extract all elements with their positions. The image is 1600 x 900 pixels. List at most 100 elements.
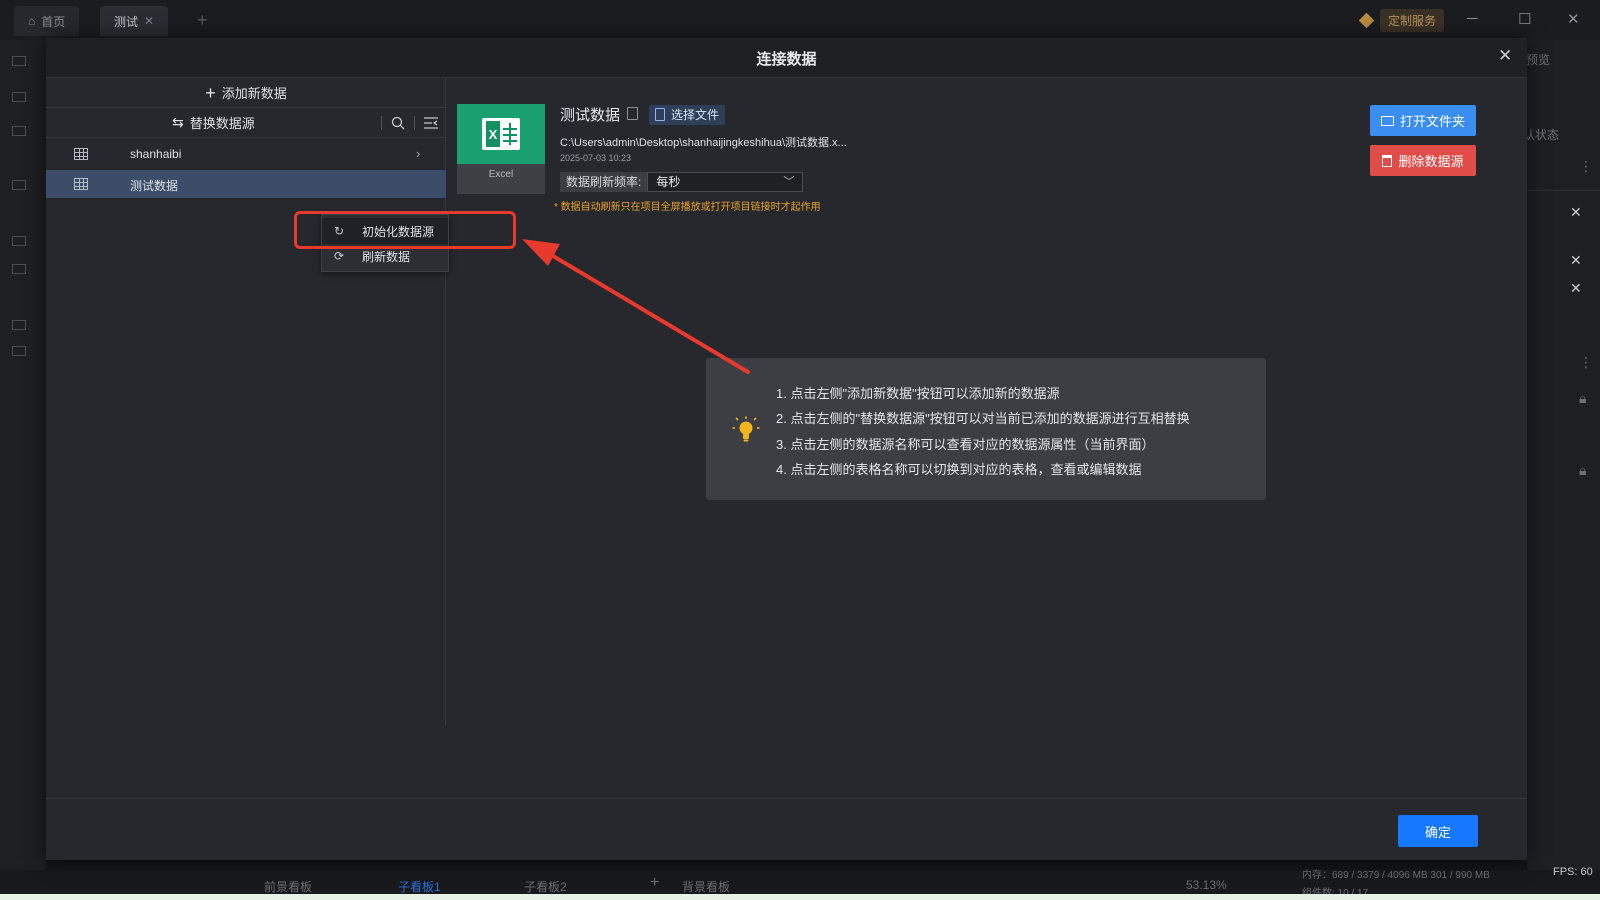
- connect-data-dialog: 连接数据 ✕ + 添加新数据 ⇆ 替换数据源 shanhaibi › 测试数据 …: [46, 38, 1527, 860]
- diamond-icon: [1358, 12, 1375, 28]
- datasource-name: shanhaibi: [130, 147, 182, 161]
- datasource-context-menu: ↻ 初始化数据源 ⟳ 刷新数据: [321, 214, 449, 272]
- menu-item-label: 初始化数据源: [362, 224, 435, 239]
- list-tools: [381, 115, 439, 131]
- choose-file-label: 选择文件: [671, 108, 720, 122]
- maximize-icon[interactable]: ☐: [1518, 10, 1531, 28]
- tip-line: 3. 点击左侧的数据源名称可以查看对应的数据源属性（当前界面）: [776, 437, 1155, 452]
- dialog-header: 连接数据 ✕: [46, 38, 1527, 78]
- table-icon: [74, 178, 88, 190]
- fps-readout: FPS: 60: [1553, 866, 1593, 878]
- add-board-icon[interactable]: +: [650, 874, 659, 892]
- refresh-frequency: 数据刷新频率: 每秒 ﹀: [560, 172, 804, 192]
- page-icon: [12, 56, 26, 66]
- menu-item-label: 刷新数据: [362, 249, 411, 264]
- dialog-close-icon[interactable]: ✕: [1498, 46, 1512, 66]
- add-datasource-label: 添加新数据: [221, 86, 287, 101]
- swap-icon: ⇆: [172, 114, 184, 130]
- datasource-item-shanhaibi[interactable]: shanhaibi ›: [46, 140, 446, 168]
- zoom-level: 53.13%: [1186, 878, 1227, 892]
- plus-icon: +: [205, 82, 216, 103]
- folder-icon: [1380, 115, 1394, 126]
- file-path: C:\Users\admin\Desktop\shanhaijingkeshih…: [560, 137, 847, 149]
- component-icon: [12, 264, 26, 274]
- excel-file-thumbnail: X Excel: [457, 104, 545, 194]
- more-icon[interactable]: ⋮: [1579, 354, 1593, 371]
- datasource-item-test-data[interactable]: 测试数据: [46, 170, 446, 198]
- menu-item-refresh-data[interactable]: ⟳ 刷新数据: [322, 243, 448, 269]
- monitor-icon: [12, 126, 26, 136]
- app-titlebar: ⌂ 首页 测试 ✕ + 定制服务 ─ ☐ ✕: [0, 0, 1600, 40]
- status-strip: [0, 894, 1600, 900]
- open-folder-label: 打开文件夹: [1399, 114, 1465, 129]
- refresh-frequency-value: 每秒: [656, 175, 681, 189]
- reset-icon: ↻: [334, 224, 345, 238]
- refresh-frequency-select[interactable]: 每秒 ﹀: [647, 172, 804, 192]
- tip-line: 2. 点击左侧的"替换数据源"按钮可以对当前已添加的数据源进行互相替换: [776, 411, 1190, 426]
- tip-line: 1. 点击左侧"添加新数据"按钮可以添加新的数据源: [776, 386, 1060, 401]
- component-icon: [12, 236, 26, 246]
- refresh-note: * 数据自动刷新只在项目全屏播放或打开项目链接时才起作用: [554, 202, 821, 213]
- tab-home[interactable]: ⌂ 首页: [14, 6, 80, 36]
- divider: [381, 116, 382, 130]
- document-icon: [655, 108, 665, 121]
- component-icon: [12, 180, 26, 190]
- replace-datasource-label: 替换数据源: [189, 116, 255, 131]
- menu-item-init-datasource[interactable]: ↻ 初始化数据源: [322, 218, 448, 244]
- custom-service-label: 定制服务: [1380, 8, 1445, 32]
- datasource-panel: + 添加新数据 ⇆ 替换数据源 shanhaibi › 测试数据 ↻ 初始化数据…: [46, 78, 516, 726]
- refresh-frequency-label: 数据刷新频率:: [560, 172, 648, 192]
- clear-icon[interactable]: ✕: [1570, 204, 1582, 221]
- tab-background-board[interactable]: 背景看板: [682, 878, 730, 895]
- collapse-list-icon[interactable]: [423, 115, 439, 131]
- refresh-icon: ⟳: [334, 249, 345, 263]
- dialog-footer: 确定: [46, 798, 1527, 860]
- excel-label: Excel: [488, 169, 514, 180]
- dialog-title: 连接数据: [756, 51, 817, 68]
- close-icon[interactable]: ✕: [144, 14, 154, 28]
- tip-line: 4. 点击左侧的表格名称可以切换到对应的表格，查看或编辑数据: [776, 462, 1142, 477]
- layers-icon: [12, 92, 26, 102]
- excel-icon: X: [482, 118, 520, 150]
- search-icon[interactable]: [390, 115, 406, 131]
- add-tab-icon[interactable]: +: [197, 10, 208, 31]
- more-icon[interactable]: ⋮: [1579, 158, 1593, 175]
- lock-icon[interactable]: 🔒︎: [1579, 390, 1586, 407]
- lock-icon[interactable]: 🔒︎: [1579, 462, 1586, 479]
- edit-icon[interactable]: [627, 107, 638, 120]
- tab-foreground-board[interactable]: 前景看板: [264, 878, 312, 895]
- datasource-title: 测试数据: [560, 107, 621, 124]
- tab-sub-board-1[interactable]: 子看板1: [398, 878, 441, 895]
- background-sidebar: [0, 40, 46, 885]
- component-icon: [12, 346, 26, 356]
- home-icon: ⌂: [28, 14, 36, 28]
- choose-file-button[interactable]: 选择文件: [649, 105, 726, 125]
- clear-icon[interactable]: ✕: [1570, 280, 1582, 297]
- clear-icon[interactable]: ✕: [1570, 252, 1582, 269]
- datasource-name: 测试数据: [130, 179, 179, 193]
- preview-label[interactable]: 预览: [1526, 51, 1550, 68]
- table-icon: [74, 148, 88, 160]
- trash-icon: [1382, 154, 1393, 167]
- divider: [414, 116, 415, 130]
- tab-test-label: 测试: [114, 14, 139, 29]
- open-folder-button[interactable]: 打开文件夹: [1370, 105, 1476, 136]
- help-tips-box: 1. 点击左侧"添加新数据"按钮可以添加新的数据源 2. 点击左侧的"替换数据源…: [706, 358, 1266, 500]
- tab-home-label: 首页: [41, 14, 66, 29]
- add-datasource-button[interactable]: + 添加新数据: [46, 78, 446, 108]
- memory-usage: 内存：689 / 3379 / 4096 MB 301 / 990 MB: [1302, 870, 1490, 881]
- delete-datasource-button[interactable]: 删除数据源: [1370, 145, 1476, 176]
- component-icon: [12, 320, 26, 330]
- custom-service[interactable]: 定制服务: [1358, 8, 1445, 32]
- tab-sub-board-2[interactable]: 子看板2: [524, 878, 567, 895]
- status-label: 认状态: [1523, 128, 1560, 142]
- file-date: 2025-07-03 10:23: [560, 153, 632, 163]
- window-close-icon[interactable]: ✕: [1567, 10, 1580, 28]
- background-property-panel: 预览 认状态 ✕ ✕ ✕ ⋮ ⋮ 🔒︎ 🔒︎: [1523, 40, 1600, 885]
- chevron-down-icon: ﹀: [783, 176, 795, 188]
- minimize-icon[interactable]: ─: [1467, 10, 1478, 27]
- tab-test[interactable]: 测试 ✕: [100, 6, 169, 36]
- chevron-right-icon[interactable]: ›: [416, 146, 420, 161]
- confirm-button[interactable]: 确定: [1398, 815, 1478, 847]
- delete-datasource-label: 删除数据源: [1398, 154, 1464, 169]
